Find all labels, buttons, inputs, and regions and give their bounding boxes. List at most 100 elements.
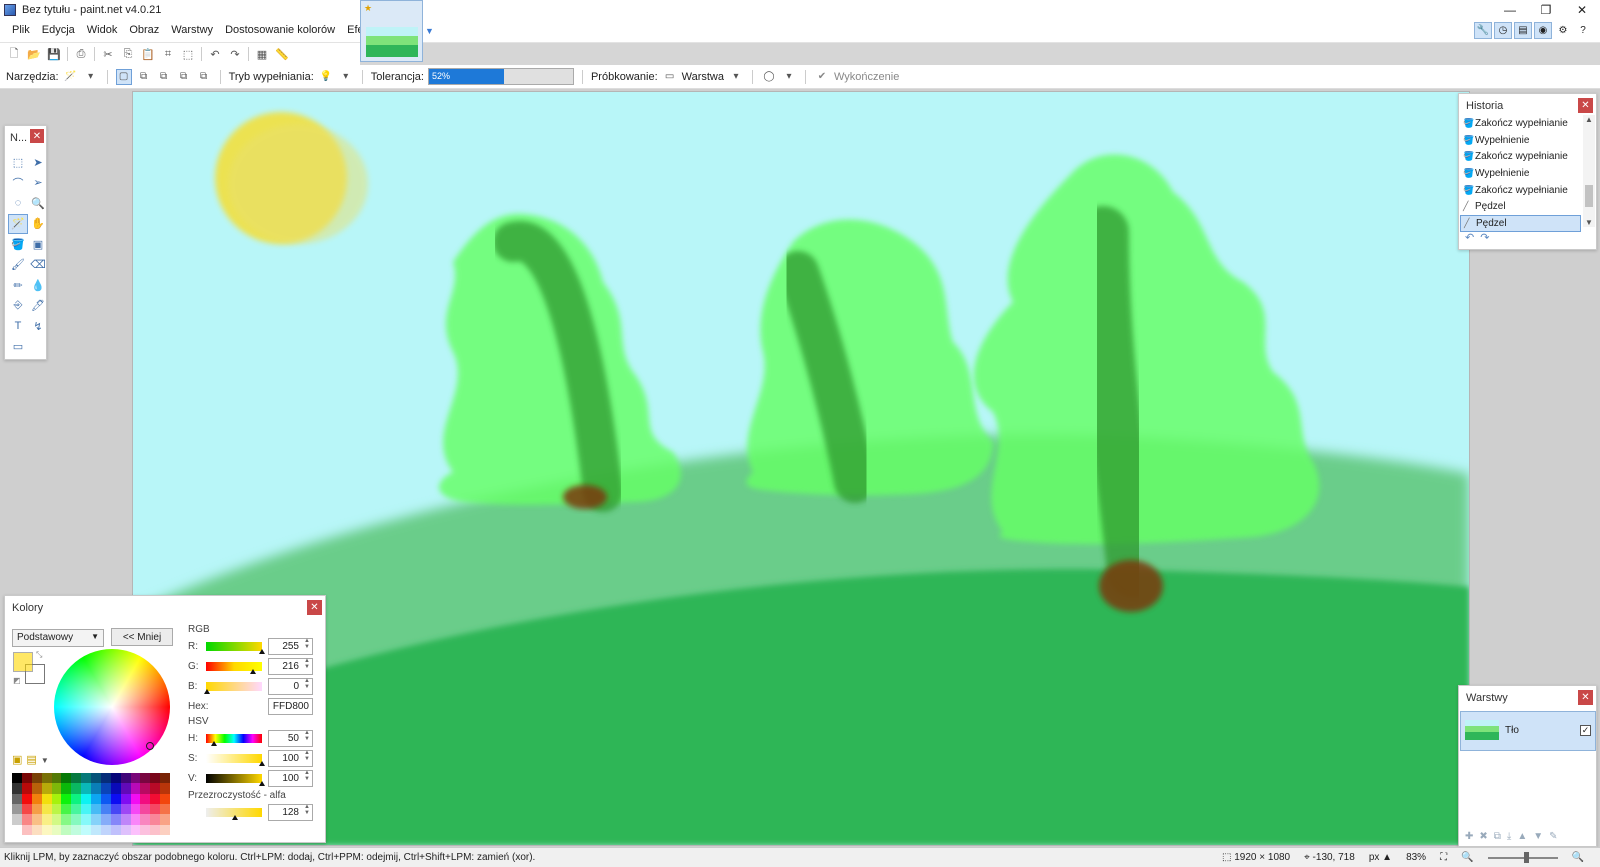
palette-swatch[interactable] [140,814,151,825]
value-slider-handle[interactable] [259,781,265,786]
palette-swatch[interactable] [31,803,42,815]
menu-edit[interactable]: Edycja [36,24,81,36]
palette-swatch[interactable] [71,814,82,825]
menu-adjustments[interactable]: Dostosowanie kolorów [219,24,341,36]
zoom-icon[interactable]: 🔍 [28,193,48,214]
palette-swatch[interactable] [160,773,170,784]
palette-swatch[interactable] [110,814,121,825]
palette-swatch[interactable] [150,783,161,794]
add-to-palette-icon[interactable]: ▣ [12,754,26,766]
palette-swatch[interactable] [81,783,91,794]
palette-swatch[interactable] [12,803,22,815]
zoom-in-icon[interactable]: 🔍 [1572,852,1584,863]
saturation-slider[interactable] [206,754,262,763]
palette-swatch[interactable] [51,793,62,804]
palette-swatch[interactable] [12,783,22,794]
palette-swatch[interactable] [21,783,32,794]
spinner-icon[interactable]: ▲ ▼ [304,678,322,690]
paint-bucket-icon[interactable]: 🪣 [8,234,28,255]
palette-swatch[interactable] [140,793,151,804]
duplicate-layer-icon[interactable]: ⧉ [1494,831,1501,842]
history-scrollbar[interactable]: ▲ ▼ [1583,115,1595,227]
palette-swatch[interactable] [120,783,131,794]
palette-swatch[interactable] [150,793,161,804]
tools-panel[interactable]: N... ✕ ⬚ ➤ ⌒ ➢ ◌ 🔍 🪄 ✋ 🪣 ▣ 🖌 ⌫ ✏ 💧 ⎆ 🖊 T… [4,125,47,360]
palette-swatch[interactable] [120,814,131,825]
palette-swatch[interactable] [91,824,101,835]
hue-slider-handle[interactable] [211,741,217,746]
dropdown-arrow-icon[interactable]: ▾ [83,69,99,85]
palette-swatch[interactable] [51,803,62,815]
palette-swatch[interactable] [110,803,121,815]
history-undo-icon[interactable]: ↶ [1465,232,1480,244]
palette-swatch[interactable] [110,783,121,794]
history-toggle-icon[interactable]: ◷ [1494,22,1512,39]
palette-swatch[interactable] [41,824,52,835]
image-canvas[interactable] [133,92,1469,845]
settings-gear-icon[interactable]: ⚙ [1554,22,1572,39]
history-item[interactable]: 🪣 Zakończ wypełnianie [1460,148,1581,165]
palette-swatch[interactable] [130,824,141,835]
palette-swatch[interactable] [21,824,32,835]
palette-swatch[interactable] [71,773,82,784]
reset-colors-icon[interactable]: ◩ [13,676,21,685]
ellipse-select-icon[interactable]: ◌ [8,193,28,214]
less-button[interactable]: << Mniej [111,628,173,646]
zoom-slider-handle[interactable] [1523,851,1529,863]
palette-swatch[interactable] [71,793,82,804]
palette-swatch[interactable] [130,783,141,794]
palette-swatch[interactable] [110,793,121,804]
zoom-slider[interactable] [1487,851,1558,863]
shapes-icon[interactable]: ▭ [8,337,28,358]
history-redo-icon[interactable]: ↷ [1480,232,1495,244]
layer-row[interactable]: Tło ✓ [1460,711,1596,751]
paste-icon[interactable]: 📋 [138,45,158,63]
history-item[interactable]: 🪣 Wypełnienie [1460,165,1581,182]
color-wheel-marker[interactable] [146,742,154,750]
palette-swatch[interactable] [61,814,72,825]
restore-button[interactable]: ❐ [1528,0,1564,20]
scroll-down-icon[interactable]: ▼ [1583,218,1595,227]
palette-swatch[interactable] [140,783,151,794]
colors-toggle-icon[interactable]: ◉ [1534,22,1552,39]
palette-swatch[interactable] [21,814,32,825]
palette-swatch[interactable] [61,783,72,794]
palette-swatch[interactable] [61,824,72,835]
redo-icon[interactable]: ↷ [225,45,245,63]
tools-close-icon[interactable]: ✕ [30,129,44,143]
palette-swatch[interactable] [51,783,62,794]
palette-swatch[interactable] [150,803,161,815]
grid-icon[interactable]: ▦ [252,45,272,63]
image-tab-thumbnail[interactable]: ★ [360,0,423,62]
primary-color-swatch[interactable] [13,652,33,672]
palette-swatch[interactable] [81,814,91,825]
finish-check-icon[interactable]: ✔ [814,69,830,85]
palette-swatch[interactable] [41,803,52,815]
deselect-icon[interactable]: ⬚ [178,45,198,63]
cut-icon[interactable]: ✂ [98,45,118,63]
spinner-icon[interactable]: ▲ ▼ [304,770,322,782]
undo-icon[interactable]: ↶ [205,45,225,63]
eraser-icon[interactable]: ⌫ [28,255,48,276]
palette-swatch[interactable] [160,824,170,835]
paintbrush-icon[interactable]: 🖌 [8,255,28,276]
saturation-slider-handle[interactable] [259,761,265,766]
save-icon[interactable]: 💾 [44,45,64,63]
palette-swatch[interactable] [91,773,101,784]
menu-file[interactable]: Plik [6,24,36,36]
red-slider-handle[interactable] [259,649,265,654]
move-layer-down-icon[interactable]: ▼ [1533,831,1543,842]
spinner-icon[interactable]: ▲ ▼ [304,804,322,816]
finish-label[interactable]: Wykończenie [834,71,899,83]
open-file-icon[interactable]: 📂 [24,45,44,63]
image-list-menu-icon[interactable]: ▼ [425,26,434,36]
palette-swatch[interactable] [91,793,101,804]
palette-swatch[interactable] [160,783,170,794]
history-item[interactable]: 🪣 Zakończ wypełnianie [1460,182,1581,199]
move-layer-up-icon[interactable]: ▲ [1517,831,1527,842]
palette-swatch[interactable] [160,803,170,815]
spinner-icon[interactable]: ▲ ▼ [304,730,322,742]
palette-swatch[interactable] [21,793,32,804]
palette-swatch[interactable] [130,814,141,825]
spinner-icon[interactable]: ▲ ▼ [304,658,322,670]
